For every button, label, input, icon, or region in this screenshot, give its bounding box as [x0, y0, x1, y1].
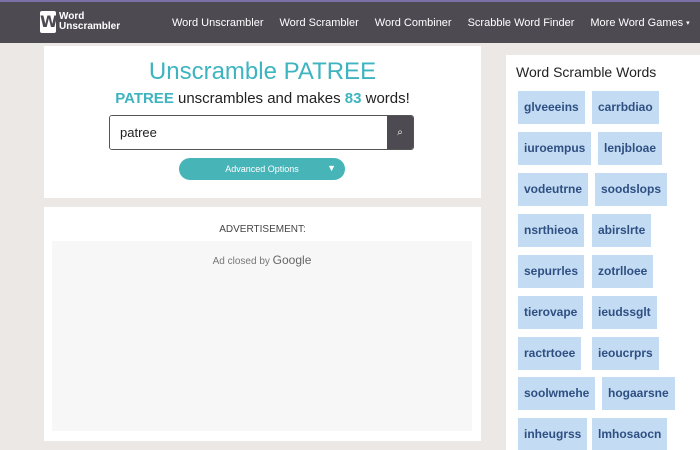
- sidebar-title: Word Scramble Words: [516, 64, 657, 80]
- word-tag[interactable]: tierovape: [518, 296, 584, 329]
- site-logo[interactable]: W Word Unscrambler: [40, 11, 120, 33]
- word-tag[interactable]: vodeutrne: [518, 173, 589, 206]
- word-tag[interactable]: nsrthieoa: [518, 214, 585, 247]
- ad-closed-text: Ad closed by Google: [52, 253, 472, 267]
- logo-line-2: Unscrambler: [59, 21, 121, 32]
- word-tag[interactable]: iuroempus: [518, 132, 592, 165]
- nav-more-word-games-label: More Word Games: [590, 16, 684, 29]
- word-tag[interactable]: ieudssglt: [592, 296, 657, 329]
- search-button[interactable]: ⌕: [387, 116, 413, 149]
- summary-end: words!: [361, 90, 410, 107]
- summary-count: 83: [344, 90, 362, 107]
- search-input[interactable]: [110, 116, 387, 149]
- word-tag[interactable]: lenjbloae: [598, 132, 663, 165]
- ad-closed-prefix: Ad closed by: [212, 256, 273, 267]
- ad-area: Ad closed by Google: [52, 241, 472, 431]
- advanced-options-button[interactable]: Advanced Options ▼: [179, 158, 345, 180]
- search-icon: ⌕: [397, 127, 403, 138]
- word-tag[interactable]: carrbdiao: [592, 91, 659, 124]
- main-nav: Word Unscrambler Word Scrambler Word Com…: [172, 2, 700, 43]
- search-panel: Unscramble PATREE PATREE unscrambles and…: [44, 46, 481, 198]
- word-tag[interactable]: ractrtoee: [518, 337, 582, 370]
- nav-word-scrambler[interactable]: Word Scrambler: [280, 17, 359, 29]
- nav-word-combiner[interactable]: Word Combiner: [375, 17, 452, 29]
- logo-text: Word Unscrambler: [59, 12, 120, 32]
- nav-word-unscrambler[interactable]: Word Unscrambler: [172, 17, 264, 29]
- nav-more-word-games[interactable]: More Word Games ▾: [590, 17, 689, 29]
- chevron-down-icon: ▾: [686, 19, 690, 27]
- result-summary: PATREE unscrambles and makes 83 words!: [44, 90, 481, 107]
- word-tag[interactable]: soodslops: [595, 173, 668, 206]
- ad-label: ADVERTISEMENT:: [219, 224, 306, 235]
- summary-mid: unscrambles and makes: [173, 90, 345, 107]
- word-tag[interactable]: sepurrles: [518, 255, 585, 288]
- page-title: Unscramble PATREE: [148, 58, 377, 85]
- word-tag[interactable]: inheugrss: [518, 418, 588, 450]
- summary-word: PATREE: [115, 90, 174, 107]
- search-box: ⌕: [109, 115, 414, 150]
- nav-scrabble-word-finder[interactable]: Scrabble Word Finder: [468, 17, 575, 29]
- word-tag[interactable]: soolwmehe: [518, 377, 596, 410]
- ad-panel: ADVERTISEMENT: Ad closed by Google: [44, 207, 481, 441]
- word-tag[interactable]: hogaarsne: [602, 377, 675, 410]
- google-logo: Google: [272, 253, 312, 267]
- word-tag[interactable]: abirslrte: [592, 214, 652, 247]
- logo-w-icon: W: [40, 11, 58, 33]
- sidebar: Word Scramble Words glveeeins carrbdiao …: [506, 55, 700, 450]
- top-navbar: W Word Unscrambler Word Unscrambler Word…: [0, 0, 700, 43]
- word-tag[interactable]: lmhosaocn: [592, 418, 668, 450]
- word-tag[interactable]: ieoucrprs: [592, 337, 659, 370]
- word-tag[interactable]: zotrlloee: [592, 255, 654, 288]
- advanced-options-label: Advanced Options: [225, 164, 299, 174]
- word-tag[interactable]: glveeeins: [518, 91, 585, 124]
- triangle-down-icon: ▼: [327, 163, 336, 173]
